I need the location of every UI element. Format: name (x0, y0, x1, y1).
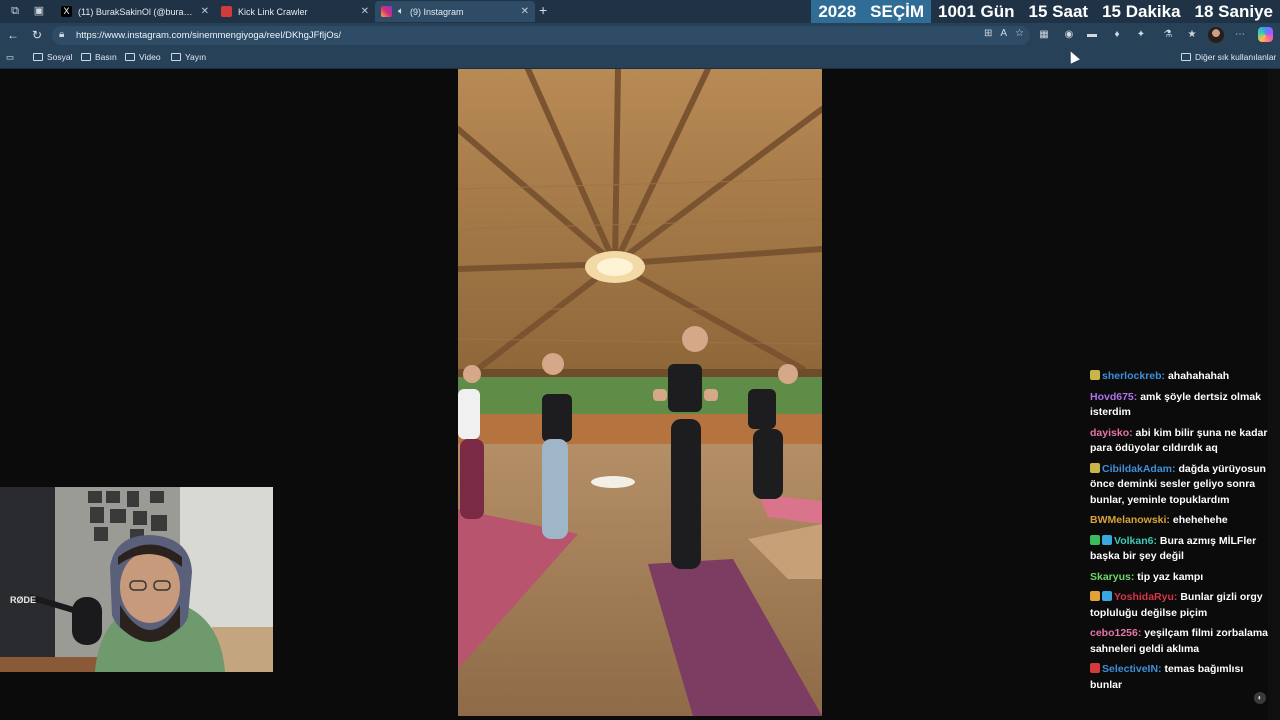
bookmark-label: Sosyal (47, 52, 73, 62)
extension-pin-icon[interactable]: ♦ (1110, 28, 1124, 42)
countdown-minutes: 15 Dakika (1102, 2, 1181, 21)
address-bar-actions: ⊞ A ☆ (984, 28, 1024, 39)
read-aloud-icon[interactable]: A (1000, 28, 1007, 39)
split-screen-icon[interactable]: ⚗ (1161, 28, 1175, 42)
folder-icon (171, 53, 181, 61)
bookmark-label: Diğer sık kullanılanlar (1195, 52, 1277, 62)
tab-title: (11) BurakSakinOl (@buraktut_) / (78, 6, 195, 17)
extension-puzzle-icon[interactable]: ✦ (1134, 28, 1148, 42)
chat-username[interactable]: dayisko: (1090, 427, 1133, 439)
chat-message: CibildakAdam: dağda yürüyosun önce demin… (1090, 462, 1274, 509)
tab-actions-icon[interactable]: ▣ (32, 4, 46, 18)
extension-grid-icon[interactable]: ▦ (1037, 28, 1051, 42)
countdown-year: 2028 (811, 0, 864, 24)
chat-username[interactable]: Hovd675: (1090, 391, 1137, 403)
chat-message: BWMelanowski: ehehehehe (1090, 513, 1274, 529)
chat-message: Skaryus: tip yaz kampı (1090, 570, 1274, 586)
instagram-logo-icon (381, 6, 392, 17)
election-countdown: 2028 SEÇİM 1001 Gün 15 Saat 15 Dakika 18… (811, 0, 1280, 24)
webcam-frame: RØDE (0, 487, 273, 672)
copilot-icon[interactable] (1258, 27, 1273, 42)
folder-icon (33, 53, 43, 61)
bookmark-label: Basın (95, 52, 117, 62)
chat-message: cebo1256: yeşilçam filmi zorbalama sahne… (1090, 626, 1274, 657)
chat-username[interactable]: CibildakAdam: (1102, 463, 1176, 475)
tab-title: Kick Link Crawler (238, 6, 308, 17)
close-icon[interactable]: ✕ (361, 6, 369, 17)
svg-text:RØDE: RØDE (10, 595, 36, 605)
chat-badge-icon (1090, 534, 1100, 545)
countdown-label: SEÇİM (863, 0, 931, 24)
folder-icon (1181, 53, 1191, 61)
bookmark-folder-basin[interactable]: Basın (81, 52, 117, 62)
chat-message: SelectiveIN: temas bağımlısı bunlar (1090, 662, 1274, 693)
profile-avatar[interactable] (1208, 27, 1224, 43)
favorite-star-icon[interactable]: ☆ (1015, 28, 1024, 39)
chat-message: dayisko: abi kim bilir şuna ne kadar par… (1090, 426, 1274, 457)
navigation-bar: ← ↻ 🔒︎ https://www.instagram.com/sinemme… (0, 23, 1280, 48)
bookmark-folder-video[interactable]: Video (125, 52, 161, 62)
bookmark-label: Yayın (185, 52, 207, 62)
countdown-days: 1001 Gün (938, 2, 1015, 21)
tab-twitter[interactable]: X (11) BurakSakinOl (@buraktut_) / ✕ (55, 1, 215, 22)
countdown-hours: 15 Saat (1028, 2, 1089, 21)
chat-badge-icon (1090, 462, 1100, 473)
tab-kick-link-crawler[interactable]: Kick Link Crawler ✕ (215, 1, 375, 22)
chat-settings-icon[interactable]: ◐ (1254, 692, 1266, 704)
close-icon[interactable]: ✕ (201, 6, 209, 17)
bookmark-folder-sosyal[interactable]: Sosyal (33, 52, 73, 62)
chat-badge-icon (1102, 534, 1112, 545)
tab-title: (9) Instagram (410, 6, 464, 17)
site-info-icon[interactable]: 🔒︎ (59, 29, 64, 40)
screen: ⧉ ▣ X (11) BurakSakinOl (@buraktut_) / ✕… (0, 0, 1280, 720)
chat-message: sherlockreb: ahahahahah (1090, 369, 1274, 385)
app-available-icon[interactable]: ⊞ (984, 28, 992, 39)
close-icon[interactable]: ✕ (521, 6, 529, 17)
chat-username[interactable]: SelectiveIN: (1102, 663, 1162, 675)
stream-chat: sherlockreb: ahahahahah Hovd675: amk şöyl… (1090, 369, 1274, 698)
bookmarks-bar: ▭ Sosyal Basın Video Yayın Diğer sık kul… (0, 48, 1280, 69)
refresh-icon[interactable]: ↻ (30, 28, 44, 42)
kick-crawler-favicon-icon (221, 6, 232, 17)
chat-username[interactable]: BWMelanowski: (1090, 514, 1170, 526)
more-options-icon[interactable]: ⋯ (1233, 28, 1247, 42)
folder-icon (125, 53, 135, 61)
chat-badge-icon (1090, 663, 1100, 673)
bookmark-label: Video (139, 52, 161, 62)
tab-instagram[interactable]: 🔈︎ (9) Instagram ✕ (375, 1, 535, 22)
chat-message: Hovd675: amk şöyle dertsiz olmak isterdi… (1090, 390, 1274, 421)
chat-text: tip yaz kampı (1137, 570, 1204, 583)
chat-username[interactable]: Skaryus: (1090, 571, 1134, 583)
streamer-webcam: RØDE (0, 487, 273, 672)
chat-username[interactable]: Volkan6: (1114, 535, 1157, 547)
extension-game-icon[interactable]: ▬ (1085, 28, 1099, 42)
speaker-icon[interactable]: 🔈︎ (398, 6, 404, 17)
reel-video-frame (458, 69, 822, 716)
chat-message: Volkan6: Bura azmış MİLFler başka bir şe… (1090, 534, 1274, 565)
chat-badge-icon (1090, 591, 1100, 601)
chat-text: ehehehehe (1172, 514, 1228, 526)
chat-message: YoshidaRyu: Bunlar gizli orgy topluluğu … (1090, 590, 1274, 621)
chat-username[interactable]: cebo1256: (1090, 627, 1141, 639)
extension-avatar-icon[interactable]: ◉ (1062, 28, 1076, 42)
countdown-seconds: 18 Saniye (1194, 2, 1273, 21)
chat-text: ahahahahah (1167, 370, 1230, 382)
chat-badge-icon (1090, 370, 1100, 380)
new-tab-button[interactable]: + (539, 3, 547, 18)
bookmark-folder-yayin[interactable]: Yayın (171, 52, 206, 62)
folder-icon (81, 53, 91, 61)
url-text[interactable]: https://www.instagram.com/sinemmengiyoga… (76, 30, 341, 41)
chat-username[interactable]: YoshidaRyu: (1114, 591, 1177, 603)
favorites-icon[interactable]: ★ (1185, 28, 1199, 42)
address-bar[interactable]: 🔒︎ https://www.instagram.com/sinemmengiy… (52, 26, 1030, 45)
reel-video-player[interactable] (458, 69, 822, 716)
reading-list-icon[interactable]: ▭ (6, 52, 14, 63)
back-icon[interactable]: ← (6, 28, 20, 42)
x-logo-icon: X (61, 6, 72, 17)
workspaces-icon[interactable]: ⧉ (8, 4, 22, 18)
chat-username[interactable]: sherlockreb: (1102, 370, 1165, 382)
other-bookmarks-folder[interactable]: Diğer sık kullanılanlar (1181, 52, 1276, 62)
chat-badge-icon (1102, 591, 1112, 601)
